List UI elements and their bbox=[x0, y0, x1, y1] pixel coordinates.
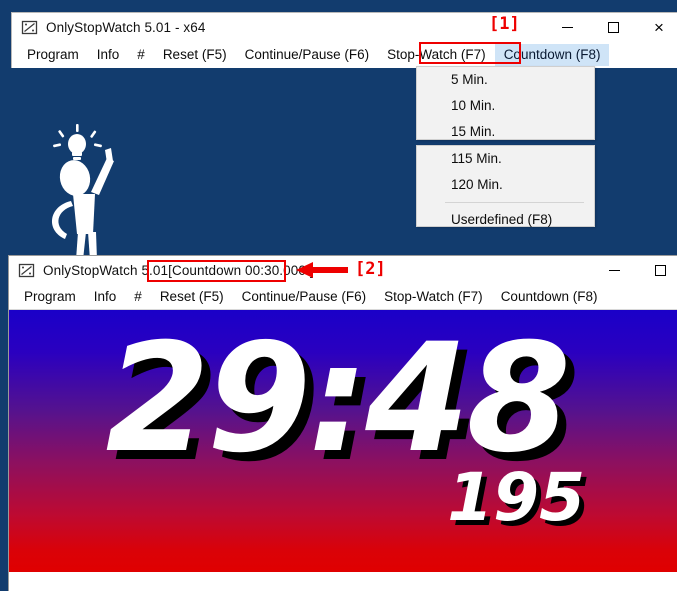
menu-item-reset[interactable]: Reset (F5) bbox=[151, 286, 233, 308]
menu-item-program[interactable]: Program bbox=[18, 44, 88, 66]
menu-item-hash[interactable]: # bbox=[125, 286, 151, 308]
annotation-label-2: [2] bbox=[355, 259, 386, 279]
countdown-milliseconds-value: 195 bbox=[447, 459, 585, 536]
menu-item-stop-watch[interactable]: Stop-Watch (F7) bbox=[378, 44, 495, 66]
close-button[interactable]: × bbox=[636, 13, 677, 42]
maximize-button[interactable] bbox=[590, 13, 636, 42]
annotation-left-arrow-icon bbox=[296, 262, 348, 278]
menu-item-stop-watch[interactable]: Stop-Watch (F7) bbox=[375, 286, 492, 308]
countdown-dropdown-upper[interactable]: 5 Min. 10 Min. 15 Min. bbox=[416, 66, 595, 140]
minimize-button[interactable] bbox=[591, 256, 637, 285]
menu-item-info[interactable]: Info bbox=[88, 44, 129, 66]
menu-item-continue-pause[interactable]: Continue/Pause (F6) bbox=[233, 286, 376, 308]
dropdown-item-115min[interactable]: 115 Min. bbox=[417, 146, 594, 172]
minimize-button[interactable] bbox=[544, 13, 590, 42]
dropdown-item-10min[interactable]: 10 Min. bbox=[417, 93, 594, 119]
dropdown-item-userdefined[interactable]: Userdefined (F8) bbox=[417, 207, 594, 233]
window1-title: OnlyStopWatch 5.01 - x64 bbox=[46, 20, 206, 35]
window2-caption-buttons[interactable] bbox=[591, 256, 677, 285]
menu-item-countdown[interactable]: Countdown (F8) bbox=[492, 286, 607, 308]
maximize-icon bbox=[607, 22, 619, 33]
close-icon: × bbox=[654, 18, 664, 37]
titlebar-window1[interactable]: OnlyStopWatch 5.01 - x64 × bbox=[12, 13, 677, 42]
minimize-icon bbox=[608, 269, 620, 272]
minimize-icon bbox=[561, 26, 573, 29]
window-onlystopwatch-countdown[interactable]: OnlyStopWatch 5.01 [Countdown 00:30.000 … bbox=[8, 255, 677, 591]
dropdown-item-15min[interactable]: 15 Min. bbox=[417, 119, 594, 145]
window2-title-countdown: [Countdown 00:30.000 ] bbox=[168, 263, 314, 278]
menu-item-reset[interactable]: Reset (F5) bbox=[154, 44, 236, 66]
countdown-dropdown-lower[interactable]: 115 Min. 120 Min. Userdefined (F8) bbox=[416, 145, 595, 227]
dropdown-separator bbox=[445, 202, 584, 203]
window2-title-app: OnlyStopWatch 5.01 bbox=[43, 263, 169, 278]
annotation-label-1: [1] bbox=[489, 14, 520, 34]
window-onlystopwatch-main[interactable]: OnlyStopWatch 5.01 - x64 × Program Info … bbox=[11, 12, 677, 68]
menubar-window2[interactable]: Program Info # Reset (F5) Continue/Pause… bbox=[9, 285, 677, 310]
menu-item-countdown[interactable]: Countdown (F8) bbox=[494, 43, 610, 66]
menu-item-hash[interactable]: # bbox=[128, 44, 154, 66]
stickman-idea-icon bbox=[52, 124, 114, 260]
countdown-display-area: 29:48 195 bbox=[9, 310, 677, 572]
menu-item-info[interactable]: Info bbox=[85, 286, 126, 308]
countdown-time-wrapper: 29:48 195 bbox=[9, 310, 677, 572]
menu-item-program[interactable]: Program bbox=[15, 286, 85, 308]
maximize-button[interactable] bbox=[637, 256, 677, 285]
maximize-icon bbox=[654, 265, 666, 276]
menubar-window1[interactable]: Program Info # Reset (F5) Continue/Pause… bbox=[12, 42, 677, 67]
stopwatch-app-icon bbox=[21, 20, 38, 35]
countdown-time-value: 29:48 bbox=[105, 312, 571, 486]
dropdown-item-120min[interactable]: 120 Min. bbox=[417, 172, 594, 198]
stopwatch-app-icon bbox=[18, 263, 35, 278]
window1-caption-buttons[interactable]: × bbox=[544, 13, 677, 42]
menu-item-continue-pause[interactable]: Continue/Pause (F6) bbox=[236, 44, 379, 66]
dropdown-item-5min[interactable]: 5 Min. bbox=[417, 67, 594, 93]
